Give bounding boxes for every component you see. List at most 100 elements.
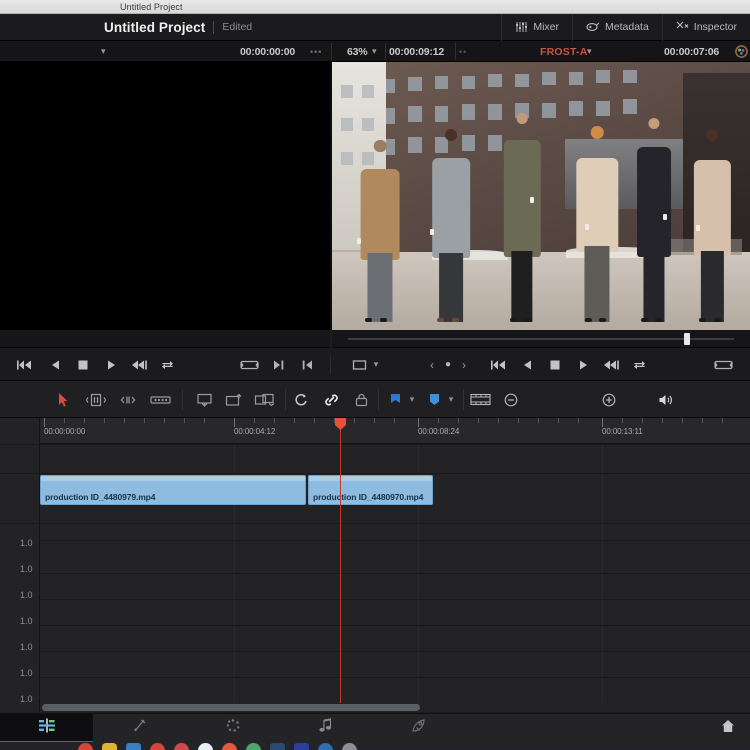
page-tab-fairlight[interactable] bbox=[279, 714, 372, 743]
filmstrip-view-button[interactable] bbox=[468, 381, 492, 418]
chevron-down-icon[interactable]: ▾ bbox=[404, 381, 420, 418]
timeline-clip[interactable]: production ID_4480979.mp4 bbox=[40, 475, 306, 505]
dock-icon[interactable] bbox=[150, 743, 165, 750]
overwrite-clip-button[interactable] bbox=[222, 381, 246, 418]
zoom-dropdown[interactable]: ▾ bbox=[372, 41, 377, 62]
home-button[interactable] bbox=[706, 714, 750, 743]
metadata-button[interactable]: Metadata bbox=[572, 14, 662, 41]
inspector-button[interactable]: Inspector bbox=[662, 14, 750, 41]
zoom-in-button[interactable] bbox=[598, 381, 620, 418]
divider bbox=[285, 389, 286, 410]
dock-icon[interactable] bbox=[198, 743, 213, 750]
play-button[interactable] bbox=[572, 348, 594, 381]
insert-clip-button[interactable] bbox=[193, 381, 217, 418]
stop-button[interactable] bbox=[544, 348, 566, 381]
dock-icon[interactable] bbox=[102, 743, 117, 750]
timeline-name-label[interactable]: FROST-A bbox=[540, 41, 587, 62]
source-scrubber[interactable] bbox=[0, 330, 330, 348]
divider bbox=[182, 389, 183, 410]
track-gain-label[interactable]: 1.0 bbox=[20, 642, 33, 652]
flag-button[interactable] bbox=[385, 381, 405, 418]
zoom-out-button[interactable] bbox=[500, 381, 522, 418]
scrubber-playhead-handle[interactable] bbox=[684, 333, 690, 345]
page-tab-cut[interactable] bbox=[93, 714, 186, 743]
dynamic-trim-tool[interactable] bbox=[116, 381, 140, 418]
track-gain-label[interactable]: 1.0 bbox=[20, 590, 33, 600]
dock-icon[interactable] bbox=[318, 743, 333, 750]
dock-icon[interactable] bbox=[78, 743, 93, 750]
mark-out-button[interactable] bbox=[267, 348, 289, 381]
jump-to-start-button[interactable] bbox=[14, 348, 36, 381]
jump-to-end-button[interactable] bbox=[128, 348, 150, 381]
track-gain-label[interactable]: 1.0 bbox=[20, 564, 33, 574]
dock-icon[interactable] bbox=[294, 743, 309, 750]
timeline-scrubber[interactable] bbox=[332, 330, 750, 348]
track-gain-label[interactable]: 1.0 bbox=[20, 616, 33, 626]
home-icon bbox=[721, 719, 735, 738]
loop-button[interactable] bbox=[628, 348, 650, 381]
source-dropdown[interactable]: ▾ bbox=[101, 41, 106, 62]
divider bbox=[463, 389, 464, 410]
frame-view-button[interactable] bbox=[348, 348, 370, 381]
source-viewer[interactable] bbox=[0, 62, 330, 330]
timeline-tracks[interactable]: production ID_4480979.mp4 production ID_… bbox=[40, 444, 750, 712]
divider bbox=[378, 389, 379, 410]
secondary-overflow[interactable]: •• bbox=[459, 41, 467, 62]
dock-icon[interactable] bbox=[126, 743, 141, 750]
color-wheel-icon[interactable] bbox=[735, 41, 748, 62]
source-timecode[interactable]: 00:00:00:00 bbox=[240, 41, 295, 62]
play-reverse-button[interactable] bbox=[44, 348, 66, 381]
play-reverse-button[interactable] bbox=[516, 348, 538, 381]
razor-tool[interactable] bbox=[148, 381, 172, 418]
timeline-timecode[interactable]: 00:00:07:06 bbox=[664, 41, 719, 62]
trim-edit-tool[interactable] bbox=[84, 381, 108, 418]
header-buttons: Mixer Metadata bbox=[501, 14, 750, 41]
dock-icon[interactable] bbox=[246, 743, 261, 750]
timeline-clip[interactable]: production ID_4480970.mp4 bbox=[308, 475, 433, 505]
chevron-down-icon[interactable]: ▾ bbox=[443, 381, 459, 418]
loop-button[interactable] bbox=[156, 348, 178, 381]
chevron-down-icon: ▾ bbox=[372, 46, 377, 57]
mixer-button[interactable]: Mixer bbox=[501, 14, 572, 41]
marker-button[interactable] bbox=[424, 381, 444, 418]
scrubber-track[interactable] bbox=[348, 338, 734, 340]
play-button[interactable] bbox=[100, 348, 122, 381]
linked-selection-toggle[interactable] bbox=[320, 381, 342, 418]
timeline-ruler[interactable]: 00:00:00:00 00:00:04:12 00:00:08:24 00:0… bbox=[40, 418, 750, 444]
track-gain-label[interactable]: 1.0 bbox=[20, 538, 33, 548]
dock-icon[interactable] bbox=[174, 743, 189, 750]
replace-clip-button[interactable] bbox=[251, 381, 277, 418]
annotation-dot-icon[interactable]: ● bbox=[440, 348, 456, 381]
track-gain-label[interactable]: 1.0 bbox=[20, 694, 33, 704]
next-annotation-button[interactable]: › bbox=[456, 348, 472, 381]
stop-button[interactable] bbox=[72, 348, 94, 381]
mark-in-button[interactable] bbox=[296, 348, 318, 381]
dock-icon[interactable] bbox=[342, 743, 357, 750]
page-tab-media[interactable] bbox=[0, 714, 93, 743]
overflow-menu-button[interactable]: ••• bbox=[310, 41, 322, 62]
page-tab-deliver[interactable] bbox=[372, 714, 465, 743]
mark-clip-button[interactable] bbox=[238, 348, 260, 381]
page-tab-fusion[interactable] bbox=[186, 714, 279, 743]
dock-icon[interactable] bbox=[270, 743, 285, 750]
speaker-icon[interactable] bbox=[655, 381, 677, 418]
chevron-down-icon[interactable]: ▾ bbox=[368, 348, 384, 381]
previous-annotation-button[interactable]: ‹ bbox=[424, 348, 440, 381]
track-gain-label[interactable]: 1.0 bbox=[20, 668, 33, 678]
snapping-toggle[interactable] bbox=[290, 381, 312, 418]
mark-clip-button[interactable] bbox=[712, 348, 734, 381]
selection-tool[interactable] bbox=[52, 381, 74, 418]
jump-to-start-button[interactable] bbox=[488, 348, 510, 381]
fusion-page-icon bbox=[225, 718, 241, 738]
timeline-dropdown[interactable]: ▾ bbox=[587, 41, 592, 62]
playhead[interactable] bbox=[340, 418, 341, 712]
timeline-viewer[interactable] bbox=[332, 62, 750, 330]
viewer-frame-image bbox=[332, 62, 750, 330]
transport-bar: ▾ ‹ ● › bbox=[0, 348, 750, 381]
lock-track-button[interactable] bbox=[350, 381, 372, 418]
zoom-level-value[interactable]: 63% bbox=[347, 41, 367, 62]
dock-icon[interactable] bbox=[222, 743, 237, 750]
timeline-scrollbar-thumb[interactable] bbox=[42, 704, 420, 711]
source-duration[interactable]: 00:00:09:12 bbox=[389, 41, 444, 62]
jump-to-end-button[interactable] bbox=[600, 348, 622, 381]
